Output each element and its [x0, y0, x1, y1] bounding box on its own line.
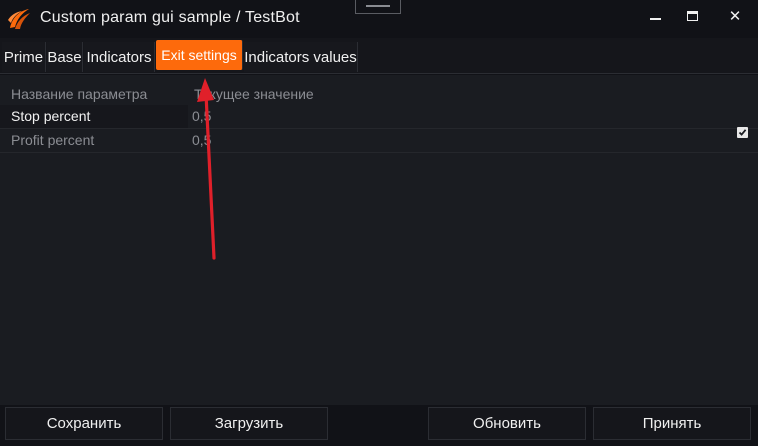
- tab-exit-settings[interactable]: Exit settings: [156, 40, 243, 70]
- param-name-cell: Stop percent: [0, 105, 188, 128]
- maximize-icon: [686, 11, 698, 21]
- param-value-cell[interactable]: 0,5: [192, 129, 211, 152]
- parameter-checkbox[interactable]: [737, 127, 748, 138]
- parameters-grid: Название параметра Текущее значение Stop…: [0, 75, 758, 405]
- tab-indicators-values[interactable]: Indicators values: [244, 42, 358, 72]
- tab-indicators[interactable]: Indicators: [84, 42, 155, 72]
- window-title: Custom param gui sample / TestBot: [40, 9, 300, 26]
- close-icon: ✕: [728, 8, 742, 25]
- close-button[interactable]: ✕: [720, 4, 750, 28]
- title-bar: Custom param gui sample / TestBot ✕: [0, 0, 758, 38]
- param-value-cell[interactable]: 0,5: [192, 105, 211, 128]
- save-button[interactable]: Сохранить: [5, 407, 163, 440]
- minimize-icon: [649, 18, 661, 20]
- minimize-button[interactable]: [640, 4, 670, 28]
- grid-header: Название параметра Текущее значение: [0, 83, 758, 105]
- param-name-cell: Profit percent: [11, 132, 95, 148]
- accept-button[interactable]: Принять: [593, 407, 751, 440]
- table-row[interactable]: Profit percent 0,5: [0, 129, 758, 153]
- table-row[interactable]: Stop percent 0,5: [0, 105, 758, 129]
- column-header-name: Название параметра: [11, 86, 148, 102]
- refresh-button[interactable]: Обновить: [428, 407, 586, 440]
- maximize-button[interactable]: [677, 4, 707, 28]
- tab-prime[interactable]: Prime: [2, 42, 46, 72]
- osengine-logo-icon: [8, 9, 30, 29]
- load-button[interactable]: Загрузить: [170, 407, 328, 440]
- footer-bar: Сохранить Загрузить Обновить Принять: [0, 405, 758, 446]
- column-header-value: Текущее значение: [194, 86, 314, 102]
- tab-base[interactable]: Base: [47, 42, 83, 72]
- tab-bar: Prime Base Indicators Exit settings Indi…: [0, 38, 758, 74]
- checkmark-icon: [738, 129, 747, 136]
- window-grip-handle[interactable]: [355, 0, 401, 14]
